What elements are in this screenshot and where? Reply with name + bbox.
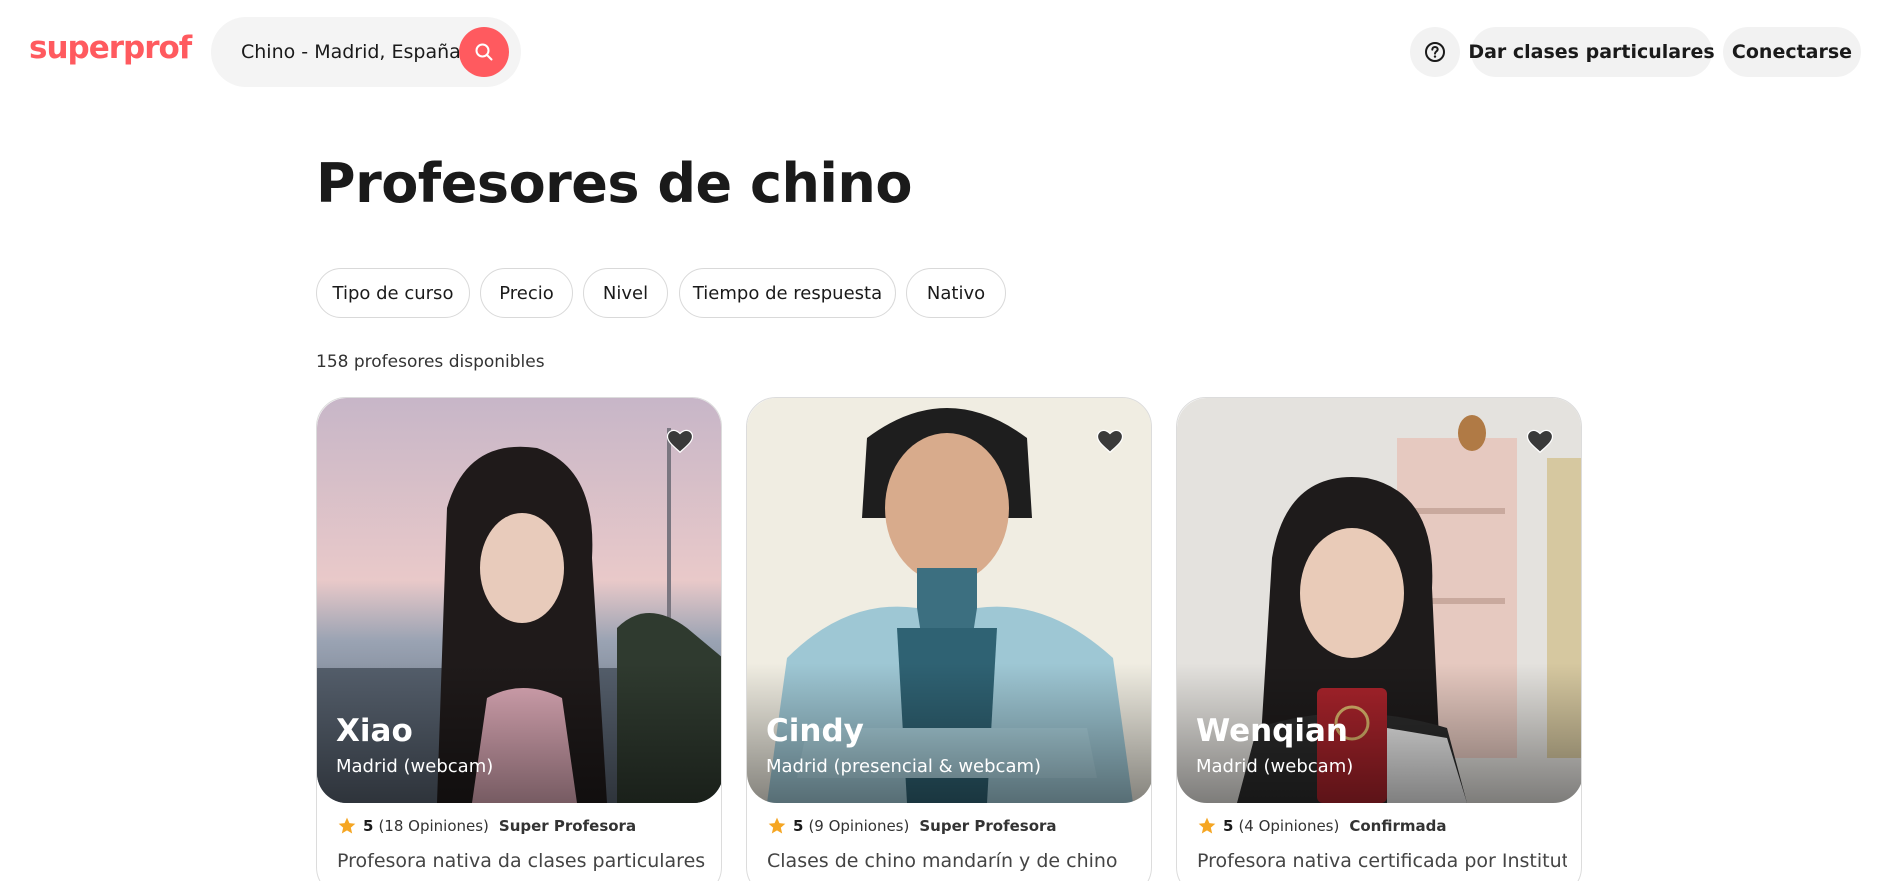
filter-course-type[interactable]: Tipo de curso (316, 268, 470, 318)
favorite-heart-icon[interactable] (665, 426, 695, 456)
favorite-heart-icon[interactable] (1525, 426, 1555, 456)
star-icon (1198, 817, 1216, 834)
teacher-name: Xiao (336, 713, 413, 749)
teacher-card[interactable]: Xiao Madrid (webcam) 5 (18 Opiniones) Su… (316, 397, 722, 881)
rating-row: 5 (18 Opiniones) Super Profesora (337, 814, 636, 838)
reviews-count: (4 Opiniones) (1238, 817, 1340, 835)
teacher-photo[interactable]: Cindy Madrid (presencial & webcam) (747, 398, 1151, 803)
star-icon (768, 817, 786, 834)
results-count: 158 profesores disponibles (316, 352, 545, 372)
teacher-location: Madrid (webcam) (1196, 756, 1354, 777)
status-badge: Super Profesora (919, 817, 1057, 835)
favorite-heart-icon[interactable] (1095, 426, 1125, 456)
search-icon (475, 43, 493, 61)
teacher-location: Madrid (webcam) (336, 756, 494, 777)
superprof-logo[interactable]: superprof (29, 30, 192, 66)
search-button[interactable] (459, 27, 509, 77)
filter-price[interactable]: Precio (480, 268, 573, 318)
reviews-count: (9 Opiniones) (808, 817, 910, 835)
search-bar[interactable]: Chino - Madrid, España (211, 17, 521, 87)
teach-classes-button[interactable]: Dar clases particulares (1468, 27, 1715, 77)
question-circle-icon (1425, 42, 1445, 62)
filter-response-time[interactable]: Tiempo de respuesta (679, 268, 896, 318)
teacher-description: Clases de chino mandarín y de chino (767, 850, 1118, 872)
help-button[interactable] (1410, 27, 1460, 77)
teacher-description: Profesora nativa certificada por Institu… (1197, 850, 1567, 872)
search-input[interactable]: Chino - Madrid, España (241, 41, 461, 63)
page-title: Profesores de chino (316, 152, 912, 215)
status-badge: Super Profesora (498, 817, 637, 835)
filter-level[interactable]: Nivel (583, 268, 668, 318)
teacher-name: Wenqian (1196, 713, 1348, 749)
teacher-card[interactable]: Cindy Madrid (presencial & webcam) 5 (9 … (746, 397, 1152, 881)
filter-native[interactable]: Nativo (906, 268, 1006, 318)
teacher-card[interactable]: Wenqian Madrid (webcam) 5 (4 Opiniones) … (1176, 397, 1582, 881)
login-button[interactable]: Conectarse (1723, 27, 1861, 77)
teacher-photo[interactable]: Wenqian Madrid (webcam) (1177, 398, 1581, 803)
teacher-photo[interactable]: Xiao Madrid (webcam) (317, 398, 721, 803)
rating-row: 5 (4 Opiniones) Confirmada (1197, 814, 1446, 838)
teacher-location: Madrid (presencial & webcam) (766, 756, 1042, 777)
teacher-description: Profesora nativa da clases particulares … (337, 850, 707, 872)
rating-row: 5 (9 Opiniones) Super Profesora (767, 814, 1057, 838)
teacher-name: Cindy (766, 713, 864, 749)
status-badge: Confirmada (1349, 817, 1447, 835)
rating-value: 5 (363, 817, 374, 835)
top-header: superprof Chino - Madrid, España Dar cla… (0, 0, 1897, 104)
reviews-count: (18 Opiniones) (378, 817, 489, 835)
rating-value: 5 (1223, 817, 1234, 835)
rating-value: 5 (793, 817, 804, 835)
star-icon (338, 817, 356, 834)
